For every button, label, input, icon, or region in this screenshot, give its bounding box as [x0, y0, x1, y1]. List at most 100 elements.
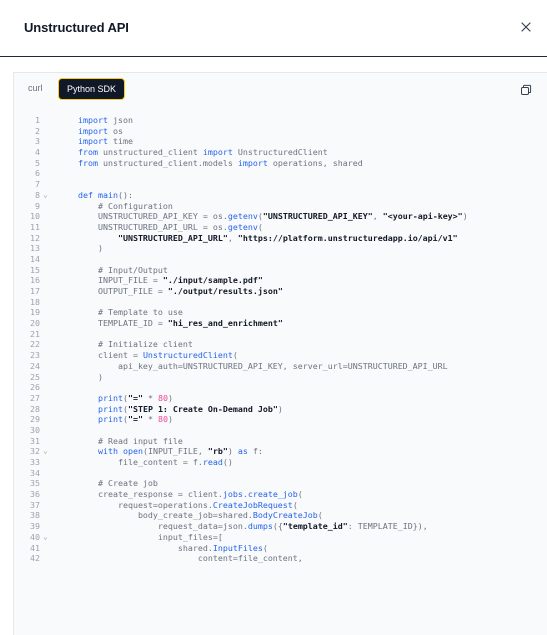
code-text: "UNSTRUCTURED_API_URL", "https://platfor… — [78, 233, 458, 244]
line-number: 9 — [35, 200, 40, 211]
close-button[interactable] — [518, 19, 534, 35]
code-token: ) — [78, 371, 103, 382]
code-line: 20 TEMPLATE_ID = "hi_res_and_enrichment" — [14, 318, 547, 329]
code-panel: curl Python SDK 1 import json 2 import os 3 i… — [13, 72, 547, 635]
code-token: "rb" — [207, 446, 228, 457]
line-number: 17 — [30, 286, 40, 296]
code-text: request_data=json.dumps({"template_id": … — [78, 521, 428, 532]
code-line: 34 — [14, 468, 547, 479]
line-number: 25 — [30, 371, 40, 382]
line-number: 15 — [30, 264, 40, 275]
code-line: 32 ⌄ with open(INPUT_FILE, "rb") as f: — [14, 446, 547, 457]
line-number: 14 — [30, 253, 40, 264]
code-token: CreateJobRequest — [212, 499, 293, 510]
code-token: import — [78, 136, 108, 147]
code-text: def main(): — [78, 190, 133, 201]
code-token: # Read input file — [78, 435, 183, 446]
code-token: ( — [262, 542, 268, 553]
code-line: 9 # Configuration — [14, 201, 547, 212]
code-line: 27 print("=" * 80) — [14, 393, 547, 404]
code-token: os — [107, 125, 123, 136]
code-text: # Configuration — [78, 201, 173, 212]
code-token: json — [107, 115, 133, 125]
code-line: 29 print("=" * 80) — [14, 414, 547, 425]
code-line: 35 # Create job — [14, 478, 547, 489]
line-number: 35 — [30, 478, 40, 489]
code-text: INPUT_FILE = "./input/sample.pdf" — [78, 275, 263, 286]
code-text: print("STEP 1: Create On-Demand Job") — [78, 404, 283, 415]
code-token: request=operations. — [78, 499, 213, 510]
copy-button[interactable] — [520, 83, 532, 95]
code-token: "template_id" — [282, 521, 348, 532]
code-line: 28 print("STEP 1: Create On-Demand Job") — [14, 404, 547, 415]
code-block[interactable]: 1 import json 2 import os 3 import time 4 from … — [14, 115, 547, 564]
code-line: 6 — [14, 168, 547, 179]
line-number: 6 — [35, 168, 40, 179]
chevron-down-icon[interactable]: ⌄ — [43, 532, 48, 543]
code-text: # Initialize client — [78, 339, 193, 350]
code-line: 31 # Read input file — [14, 436, 547, 447]
code-token: from — [78, 147, 98, 158]
code-token: body_create_job=shared. — [78, 510, 253, 521]
code-token: ) — [167, 414, 173, 425]
code-token: (INPUT_FILE, — [142, 446, 208, 457]
line-number: 11 — [30, 221, 40, 232]
code-text: from unstructured_client import Unstruct… — [78, 147, 328, 158]
line-number: 5 — [35, 157, 40, 168]
code-line: 26 — [14, 382, 547, 393]
chevron-down-icon[interactable]: ⌄ — [43, 446, 48, 457]
line-number: 30 — [30, 424, 40, 435]
code-token: UnstructuredClient — [232, 147, 328, 158]
line-number: 27 — [30, 392, 40, 403]
code-line: 40 ⌄ input_files=[ — [14, 532, 547, 543]
code-token: # Input/Output — [78, 264, 168, 275]
code-text: request=operations.CreateJobRequest( — [78, 500, 298, 511]
line-number: 26 — [30, 382, 40, 393]
code-token: TEMPLATE_ID = — [78, 318, 168, 329]
code-token: * — [142, 392, 158, 403]
code-text: with open(INPUT_FILE, "rb") as f: — [78, 446, 263, 457]
code-text: # Input/Output — [78, 265, 168, 276]
line-number: 42 — [30, 553, 40, 564]
code-token: main — [98, 189, 118, 200]
tab-curl[interactable]: curl — [20, 78, 51, 98]
code-text: client = UnstructuredClient( — [78, 350, 238, 361]
code-token: UNSTRUCTURED_API_KEY = os. — [78, 211, 228, 222]
code-token: "STEP 1: Create On-Demand Job" — [127, 403, 278, 414]
code-line: 41 shared.InputFiles( — [14, 543, 547, 554]
code-token: ( — [317, 510, 323, 521]
code-token: def — [78, 189, 93, 200]
code-line: 23 client = UnstructuredClient( — [14, 350, 547, 361]
code-line: 4 from unstructured_client import Unstruc… — [14, 147, 547, 158]
line-number: 29 — [30, 414, 40, 425]
code-text: TEMPLATE_ID = "hi_res_and_enrichment" — [78, 318, 283, 329]
code-token: ) — [277, 403, 283, 414]
code-token: "./output/results.json" — [167, 286, 283, 296]
code-token: * — [142, 414, 158, 425]
line-number: 1 — [35, 115, 40, 125]
code-token: from — [78, 157, 98, 168]
copy-icon — [521, 84, 532, 95]
line-number: 3 — [35, 136, 40, 147]
code-token: # Initialize client — [78, 339, 193, 350]
code-token: import — [237, 157, 268, 168]
tab-python-sdk[interactable]: Python SDK — [58, 78, 126, 100]
line-number: 39 — [30, 521, 40, 532]
chevron-down-icon[interactable]: ⌄ — [43, 190, 48, 201]
code-token: import — [78, 125, 108, 136]
line-number: 28 — [30, 403, 40, 414]
line-number: 16 — [30, 275, 40, 286]
code-token: "https://platform.unstructuredapp.io/api… — [237, 232, 458, 243]
code-token: read — [202, 457, 223, 467]
line-number: 34 — [30, 467, 40, 478]
code-text: import json — [78, 115, 133, 126]
code-token: ( — [232, 350, 238, 361]
line-number: 2 — [35, 125, 40, 136]
code-text: ) — [78, 243, 103, 254]
code-token: ({ — [272, 521, 283, 532]
code-line: 3 import time — [14, 136, 547, 147]
code-token: ( — [257, 221, 263, 232]
code-token: "UNSTRUCTURED_API_URL" — [78, 232, 228, 243]
